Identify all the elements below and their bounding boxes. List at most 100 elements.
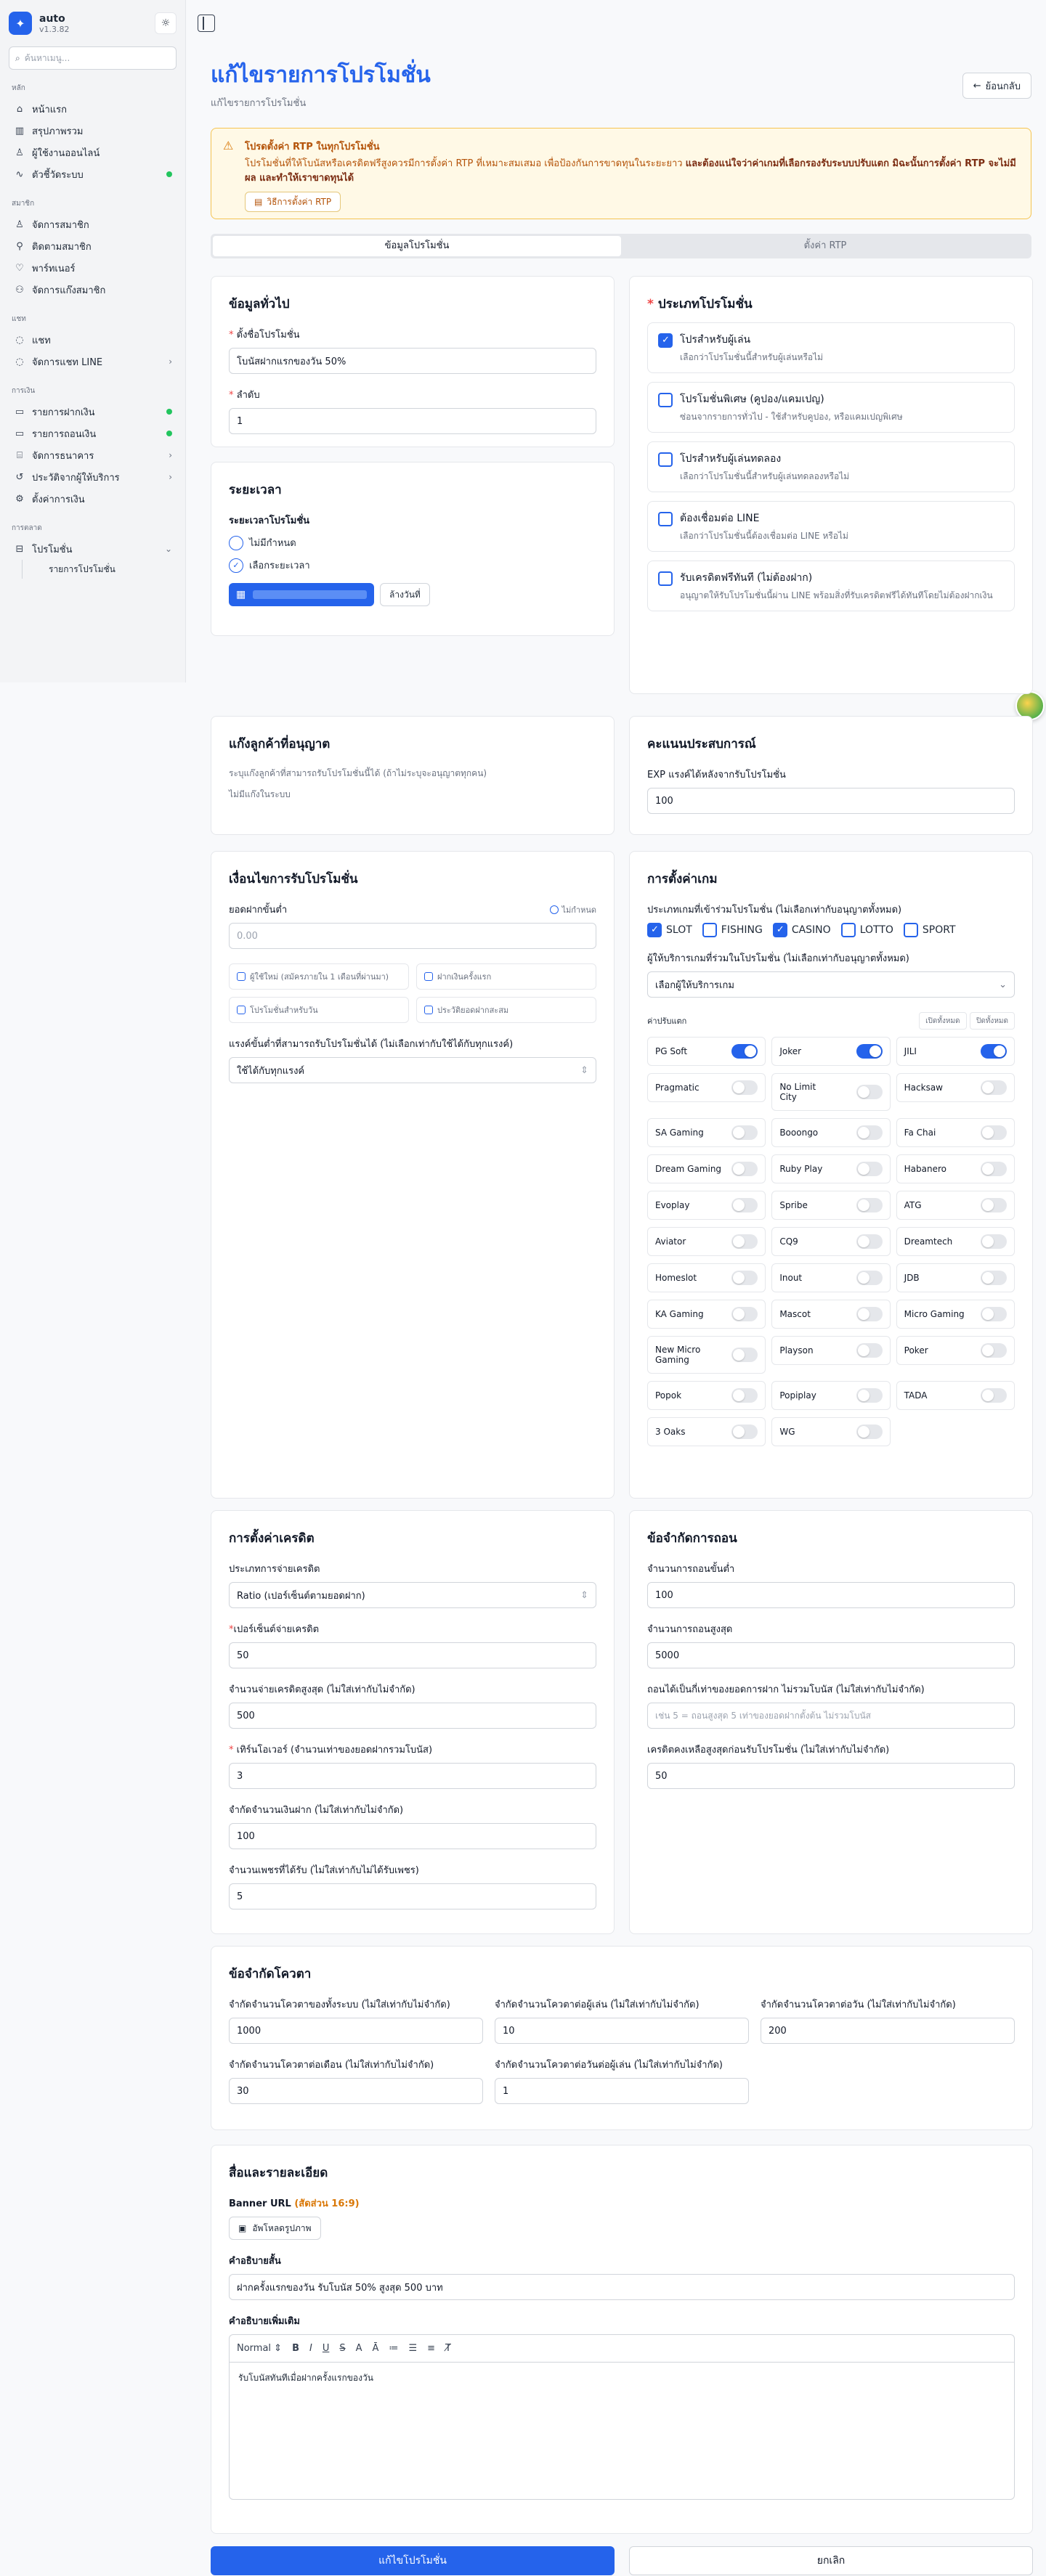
provider-toggle[interactable] <box>856 1044 883 1059</box>
deposit-limit-input[interactable]: 100 <box>229 1823 596 1849</box>
upload-image-button[interactable]: ▣ อัพโหลดรูปภาพ <box>229 2217 321 2240</box>
promo-type-option[interactable]: โปรโมชั่นพิเศษ (คูปอง/แคมเปญ) ซ่อนจากรายก… <box>647 382 1015 433</box>
clear-format-icon[interactable]: T̸ <box>445 2343 451 2354</box>
theme-toggle-button[interactable]: ☼ <box>155 12 177 34</box>
highlight-icon[interactable]: Ā <box>373 2343 379 2354</box>
percent-input[interactable]: 50 <box>229 1642 596 1668</box>
sidebar-subitem-promotions[interactable]: รายการโปรโมชั่น <box>22 560 177 579</box>
promo-type-option[interactable]: โปรสำหรับผู้เล่นเลือกว่าโปรโมชั่นนี้สำหร… <box>647 322 1015 373</box>
credit-type-select[interactable]: Ratio (เปอร์เซ็นต์ตามยอดฝาก) ⇕ <box>229 1582 596 1608</box>
cancel-button[interactable]: ยกเลิก <box>629 2546 1033 2575</box>
sidebar-item[interactable]: ▥ สรุปภาพรวม <box>9 120 177 142</box>
align-icon[interactable]: ≡ <box>427 2343 435 2354</box>
open-all-button[interactable]: เปิดทั้งหมด <box>919 1012 967 1030</box>
provider-toggle[interactable] <box>731 1234 758 1249</box>
close-all-button[interactable]: ปิดทั้งหมด <box>970 1012 1015 1030</box>
provider-toggle[interactable] <box>856 1085 883 1099</box>
provider-toggle[interactable] <box>731 1198 758 1212</box>
game-type-checkbox[interactable]: SPORT <box>903 923 956 937</box>
provider-toggle[interactable] <box>731 1125 758 1140</box>
diamond-input[interactable]: 5 <box>229 1883 596 1909</box>
italic-icon[interactable]: I <box>309 2343 312 2354</box>
strikethrough-icon[interactable]: S <box>339 2343 345 2354</box>
provider-toggle[interactable] <box>980 1125 1007 1140</box>
sidebar-item[interactable]: ⚙ ตั้งค่าการเงิน <box>9 488 177 510</box>
promotion-name-input[interactable]: โบนัสฝากแรกของวัน 50% <box>229 348 596 374</box>
exp-input[interactable]: 100 <box>647 788 1015 814</box>
check-new-user[interactable]: ผู้ใช้ใหม่ (สมัครภายใน 1 เดือนที่ผ่านมา) <box>229 963 409 990</box>
checkbox[interactable] <box>658 452 673 467</box>
provider-toggle[interactable] <box>856 1234 883 1249</box>
sidebar-item[interactable]: ◌ จัดการแชท LINE › <box>9 351 177 372</box>
provider-toggle[interactable] <box>980 1271 1007 1285</box>
provider-toggle[interactable] <box>980 1198 1007 1212</box>
text-color-icon[interactable]: A <box>356 2343 362 2354</box>
provider-toggle[interactable] <box>980 1307 1007 1321</box>
game-type-checkbox[interactable]: FISHING <box>702 923 763 937</box>
provider-toggle[interactable] <box>980 1234 1007 1249</box>
provider-toggle[interactable] <box>980 1080 1007 1095</box>
sidebar-item[interactable]: ↺ ประวัติจากผู้ให้บริการ › <box>9 466 177 488</box>
provider-toggle[interactable] <box>731 1080 758 1095</box>
provider-toggle[interactable] <box>856 1271 883 1285</box>
radio-select-range[interactable]: ✓ เลือกระยะเวลา <box>229 558 596 573</box>
provider-toggle[interactable] <box>731 1271 758 1285</box>
short-desc-input[interactable]: ฝากครั้งแรกของวัน รับโบนัส 50% สูงสุด 50… <box>229 2274 1015 2300</box>
sidebar-item[interactable]: ▭ รายการฝากเงิน <box>9 401 177 423</box>
provider-toggle[interactable] <box>731 1162 758 1176</box>
sidebar-item[interactable]: ⚇ จัดการแก๊งสมาชิก <box>9 279 177 301</box>
provider-toggle[interactable] <box>980 1343 1007 1358</box>
ordered-list-icon[interactable]: ≔ <box>389 2343 398 2354</box>
description-editor[interactable]: รับโบนัสทันทีเมื่อฝากครั้งแรกของวัน <box>229 2362 1015 2500</box>
provider-toggle[interactable] <box>856 1125 883 1140</box>
provider-toggle[interactable] <box>980 1044 1007 1059</box>
format-select[interactable]: Normal ⇕ <box>237 2343 282 2354</box>
withdraw-max-input[interactable]: 5000 <box>647 1642 1015 1668</box>
provider-toggle[interactable] <box>980 1162 1007 1176</box>
remain-input[interactable]: 50 <box>647 1763 1015 1789</box>
tab-rtp-settings[interactable]: ตั้งค่า RTP <box>621 236 1029 256</box>
sidebar-item[interactable]: ♡ พาร์ทเนอร์ <box>9 257 177 279</box>
clear-date-button[interactable]: ล้างวันที่ <box>380 583 430 606</box>
provider-toggle[interactable] <box>856 1198 883 1212</box>
game-type-checkbox[interactable]: CASINO <box>772 923 831 937</box>
checkbox[interactable] <box>658 512 673 526</box>
date-range-picker[interactable]: ▦ <box>229 583 374 606</box>
sidebar-toggle-icon[interactable] <box>198 15 215 32</box>
game-type-checkbox[interactable]: SLOT <box>647 923 692 937</box>
quota-user-day-input[interactable]: 1 <box>495 2078 749 2104</box>
rtp-guide-button[interactable]: ▤ วิธีการตั้งค่า RTP <box>245 192 341 212</box>
save-button[interactable]: แก้ไขโปรโมชั่น <box>211 2546 615 2575</box>
provider-toggle[interactable] <box>980 1388 1007 1403</box>
withdraw-min-input[interactable]: 100 <box>647 1582 1015 1608</box>
sidebar-item[interactable]: ⌸ จัดการธนาคาร › <box>9 444 177 466</box>
sidebar-item[interactable]: ⚲ ติดตามสมาชิก <box>9 235 177 257</box>
checkbox[interactable] <box>658 333 673 348</box>
underline-icon[interactable]: U <box>323 2343 330 2354</box>
turnover-input[interactable]: 3 <box>229 1763 596 1789</box>
provider-toggle[interactable] <box>731 1388 758 1403</box>
provider-toggle[interactable] <box>856 1162 883 1176</box>
provider-toggle[interactable] <box>856 1307 883 1321</box>
quota-day-input[interactable]: 200 <box>761 2018 1015 2044</box>
quota-system-input[interactable]: 1000 <box>229 2018 483 2044</box>
sidebar-item[interactable]: ♙ จัดการสมาชิก <box>9 213 177 235</box>
promo-type-option[interactable]: โปรสำหรับผู้เล่นทดลอง เลือกว่าโปรโมชั่นนี… <box>647 441 1015 492</box>
checkbox[interactable] <box>658 571 673 586</box>
sidebar-item[interactable]: ∿ ตัวชี้วัดระบบ <box>9 163 177 185</box>
quota-month-input[interactable]: 30 <box>229 2078 483 2104</box>
back-button[interactable]: ← ย้อนกลับ <box>962 73 1031 99</box>
provider-toggle[interactable] <box>856 1424 883 1439</box>
game-type-checkbox[interactable]: LOTTO <box>840 923 893 937</box>
tab-promotion-info[interactable]: ข้อมูลโปรโมชั่น <box>213 236 621 256</box>
provider-toggle[interactable] <box>856 1343 883 1358</box>
provider-toggle[interactable] <box>731 1348 758 1362</box>
quota-user-input[interactable]: 10 <box>495 2018 749 2044</box>
bullet-list-icon[interactable]: ☰ <box>408 2343 417 2354</box>
min-deposit-input[interactable]: 0.00 <box>229 923 596 949</box>
provider-select[interactable]: เลือกผู้ให้บริการเกม ⌄ <box>647 971 1015 998</box>
provider-toggle[interactable] <box>731 1044 758 1059</box>
checkbox[interactable] <box>658 393 673 407</box>
check-deposit-history[interactable]: ประวัติยอดฝากสะสม <box>416 997 596 1023</box>
bold-icon[interactable]: B <box>292 2343 299 2354</box>
